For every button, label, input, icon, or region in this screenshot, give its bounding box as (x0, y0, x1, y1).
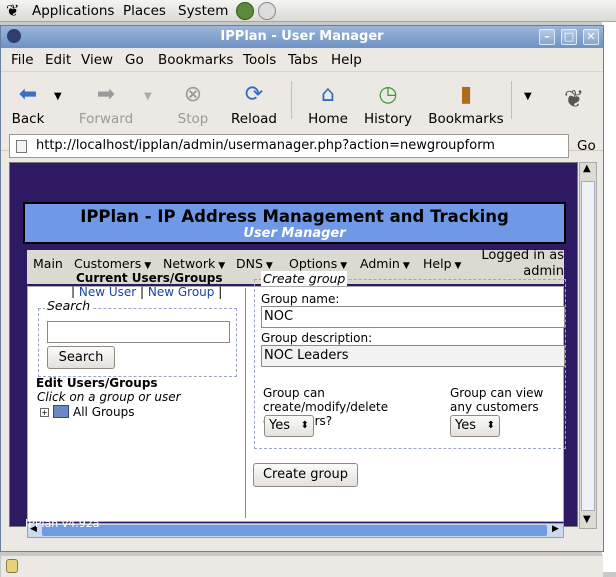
menu-tools[interactable]: Tools (243, 52, 276, 68)
chevron-down-icon: ▼ (265, 261, 273, 271)
window-title: IPPlan - User Manager (220, 29, 384, 44)
group-folder-icon (53, 405, 69, 418)
home-icon: ⌂ (321, 82, 335, 107)
mail-launcher-icon[interactable] (258, 2, 276, 20)
group-description-field[interactable]: NOC Leaders (261, 345, 565, 367)
group-name-field[interactable]: NOC (261, 306, 565, 328)
nav-main[interactable]: Main (33, 256, 63, 271)
applications-menu[interactable]: Applications (32, 3, 114, 19)
page-favicon-icon (16, 140, 27, 153)
toolbar-separator (511, 81, 512, 119)
menu-edit[interactable]: Edit (45, 52, 71, 68)
menu-go[interactable]: Go (125, 52, 144, 68)
tree-item-all-groups[interactable]: All Groups (73, 405, 134, 419)
menu-tabs[interactable]: Tabs (288, 52, 318, 68)
horizontal-scrollbar[interactable]: ◀ ▶ (27, 523, 564, 538)
tree-expand-icon[interactable]: + (40, 408, 49, 417)
back-arrow-icon: ⬅ (18, 82, 38, 107)
logged-in-status: Logged in as admin (481, 248, 564, 279)
browser-window: IPPlan - User Manager – □ ✕ File Edit View… (0, 25, 604, 577)
maximize-button[interactable]: □ (561, 29, 577, 45)
forward-button[interactable]: ➡ Forward (71, 82, 141, 128)
history-clock-icon: ◷ (378, 82, 398, 107)
places-menu[interactable]: Places (123, 3, 166, 19)
group-description-label: Group description: (261, 331, 373, 345)
sidebar-heading: Current Users/Groups (76, 271, 223, 285)
scroll-down-arrow-icon[interactable]: ▼ (583, 514, 591, 525)
nav-customers[interactable]: Customers ▼ (74, 256, 151, 271)
nav-options[interactable]: Options ▼ (289, 256, 347, 271)
group-name-label: Group name: (261, 292, 340, 306)
stop-button[interactable]: ⊗ Stop (158, 82, 228, 128)
select-arrows-icon: ⬍ (300, 420, 309, 431)
scroll-up-arrow-icon[interactable]: ▲ (583, 163, 591, 174)
web-browser-launcher-icon[interactable] (236, 2, 254, 20)
menu-file[interactable]: File (11, 52, 34, 68)
edit-heading: Edit Users/Groups (36, 376, 158, 390)
create-group-button[interactable]: Create group (253, 463, 358, 487)
gnome-throbber-icon: ❦ (564, 85, 585, 113)
system-menu[interactable]: System (178, 3, 228, 19)
gnome-foot-icon[interactable]: ❦ (6, 1, 19, 20)
page-banner: IPPlan - IP Address Management and Track… (23, 202, 566, 244)
forward-arrow-icon: ➡ (96, 82, 116, 107)
menubar: File Edit View Go Bookmarks Tools Tabs Help (1, 48, 603, 72)
menu-view[interactable]: View (81, 52, 113, 68)
view-permission-select[interactable]: Yes ⬍ (450, 415, 500, 437)
new-user-link[interactable]: New User (79, 285, 136, 299)
page-subtitle: User Manager (243, 226, 346, 241)
reload-icon: ⟳ (244, 82, 264, 107)
vertical-scroll-thumb[interactable] (581, 181, 595, 511)
pane-divider (245, 288, 246, 518)
nav-dns[interactable]: DNS ▼ (236, 256, 273, 271)
create-permission-select[interactable]: Yes ⬍ (264, 415, 314, 437)
menu-help[interactable]: Help (331, 52, 362, 68)
status-bar (1, 555, 603, 577)
create-group-legend: Create group (261, 271, 348, 286)
nav-admin[interactable]: Admin ▼ (360, 256, 410, 271)
bookmarks-icon: ▮ (459, 82, 473, 107)
menu-bookmarks[interactable]: Bookmarks (158, 52, 233, 68)
bookmarks-button[interactable]: ▮ Bookmarks (420, 82, 512, 128)
top-panel: ❦ Applications Places System (0, 0, 616, 22)
chevron-down-icon: ▼ (402, 261, 410, 271)
reload-button[interactable]: ⟳ Reload (219, 82, 289, 128)
forward-history-dropdown-icon[interactable]: ▼ (144, 91, 152, 102)
scroll-right-arrow-icon[interactable]: ▶ (552, 524, 559, 534)
window-menu-icon[interactable] (7, 29, 21, 43)
search-legend: Search (45, 298, 93, 313)
toolbar-overflow-chevron-icon[interactable]: ▼ (524, 91, 532, 102)
security-lock-icon (6, 559, 18, 573)
nav-network[interactable]: Network ▼ (163, 256, 225, 271)
version-footer: IPPlan v4.92a (25, 517, 100, 530)
search-input[interactable] (47, 321, 230, 343)
search-button[interactable]: Search (47, 346, 115, 369)
url-value: http://localhost/ipplan/admin/usermanage… (36, 138, 495, 153)
back-history-dropdown-icon[interactable]: ▼ (54, 91, 62, 102)
stop-icon: ⊗ (183, 82, 203, 107)
vertical-scrollbar[interactable]: ▲ ▼ (579, 162, 597, 529)
minimize-button[interactable]: – (539, 29, 555, 45)
new-group-link[interactable]: New Group (148, 285, 215, 299)
go-button[interactable]: Go (577, 138, 596, 154)
toolbar-separator (291, 81, 292, 119)
url-bar[interactable]: http://localhost/ipplan/admin/usermanage… (9, 134, 569, 158)
back-button[interactable]: ⬅ Back (0, 82, 63, 128)
desktop-background-window (602, 22, 616, 572)
chevron-down-icon: ▼ (144, 261, 152, 271)
history-button[interactable]: ◷ History (353, 82, 423, 128)
page-title: IPPlan - IP Address Management and Track… (80, 207, 509, 226)
sidebar-links: | New User | New Group | (71, 285, 223, 299)
horizontal-scroll-thumb[interactable] (42, 525, 547, 536)
close-button[interactable]: ✕ (583, 29, 599, 45)
chevron-down-icon: ▼ (218, 261, 226, 271)
window-titlebar[interactable]: IPPlan - User Manager – □ ✕ (1, 26, 603, 48)
chevron-down-icon: ▼ (340, 261, 348, 271)
select-arrows-icon: ⬍ (486, 420, 495, 431)
edit-hint: Click on a group or user (37, 390, 181, 404)
